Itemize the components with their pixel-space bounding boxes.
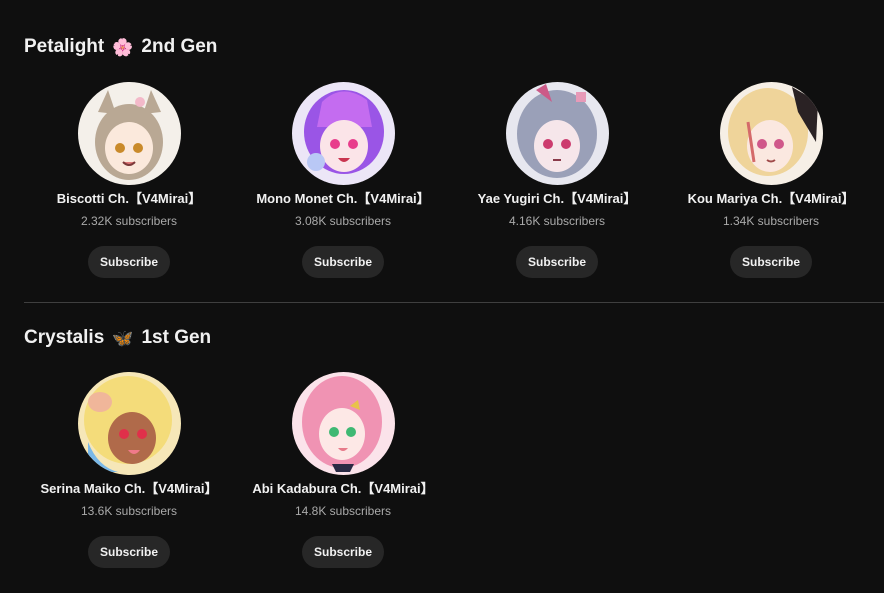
avatar[interactable] (291, 82, 395, 185)
butterfly-icon: 🦋 (112, 328, 134, 348)
channel-card[interactable]: Serina Maiko Ch.【V4Mirai】 13.6K subscrib… (22, 372, 236, 568)
channel-card[interactable]: Abi Kadabura Ch.【V4Mirai】 14.8K subscrib… (236, 372, 450, 568)
subscribe-button[interactable]: Subscribe (87, 536, 171, 568)
subscribe-button[interactable]: Subscribe (301, 536, 385, 568)
avatar[interactable] (719, 82, 823, 185)
subscribe-button[interactable]: Subscribe (301, 246, 385, 278)
channel-card[interactable]: Yae Yugiri Ch.【V4Mirai】 4.16K subscriber… (450, 82, 664, 278)
avatar[interactable] (77, 372, 181, 475)
channel-name[interactable]: Yae Yugiri Ch.【V4Mirai】 (450, 191, 664, 207)
channels-page: Petalight 🌸 2nd Gen Biscotti Ch.【V4Mirai… (0, 0, 884, 593)
section-title-crystalis: Crystalis 🦋 1st Gen (24, 327, 211, 349)
subscriber-count: 3.08K subscribers (294, 214, 392, 228)
subscriber-count: 4.16K subscribers (508, 214, 606, 228)
avatar[interactable] (77, 82, 181, 185)
section-title-name: Petalight (24, 36, 105, 57)
channel-card[interactable]: Kou Mariya Ch.【V4Mirai】 1.34K subscriber… (664, 82, 878, 278)
subscribe-button[interactable]: Subscribe (515, 246, 599, 278)
section-title-petalight: Petalight 🌸 2nd Gen (24, 36, 217, 58)
section-title-gen: 1st Gen (141, 327, 212, 348)
section-divider (24, 302, 884, 303)
channel-name[interactable]: Biscotti Ch.【V4Mirai】 (22, 191, 236, 207)
channel-card[interactable]: Biscotti Ch.【V4Mirai】 2.32K subscribers … (22, 82, 236, 278)
channel-card[interactable]: Mono Monet Ch.【V4Mirai】 3.08K subscriber… (236, 82, 450, 278)
section-title-gen: 2nd Gen (141, 36, 218, 57)
subscriber-count: 1.34K subscribers (722, 214, 820, 228)
avatar[interactable] (505, 82, 609, 185)
channel-name[interactable]: Kou Mariya Ch.【V4Mirai】 (664, 191, 878, 207)
subscriber-count: 14.8K subscribers (294, 504, 392, 518)
cherry-blossom-icon: 🌸 (112, 37, 134, 57)
channel-name[interactable]: Abi Kadabura Ch.【V4Mirai】 (236, 481, 450, 497)
subscriber-count: 2.32K subscribers (80, 214, 178, 228)
channel-name[interactable]: Mono Monet Ch.【V4Mirai】 (236, 191, 450, 207)
avatar[interactable] (291, 372, 395, 475)
subscribe-button[interactable]: Subscribe (87, 246, 171, 278)
subscriber-count: 13.6K subscribers (80, 504, 178, 518)
subscribe-button[interactable]: Subscribe (729, 246, 813, 278)
channel-name[interactable]: Serina Maiko Ch.【V4Mirai】 (22, 481, 236, 497)
section-title-name: Crystalis (24, 327, 105, 348)
